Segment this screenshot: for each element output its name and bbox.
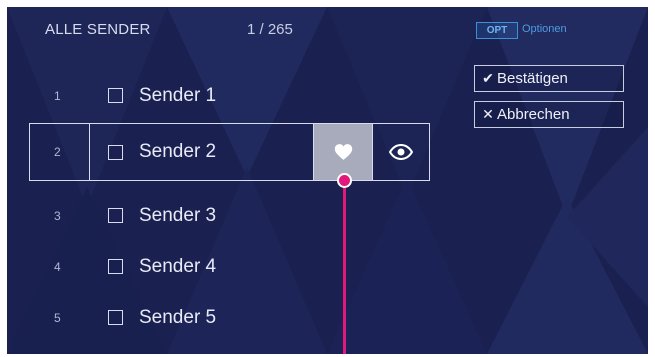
favorite-button[interactable] xyxy=(313,124,373,180)
channel-number: 2 xyxy=(54,145,61,159)
eye-icon xyxy=(389,144,413,160)
channel-name: Sender 1 xyxy=(139,85,217,106)
channel-name: Sender 5 xyxy=(139,307,217,328)
channel-number: 4 xyxy=(54,260,61,274)
channel-row[interactable]: 4 Sender 4 xyxy=(29,240,430,294)
confirm-button[interactable]: ✔ Bestätigen xyxy=(474,65,624,92)
tv-screen: ALLE SENDER 1 / 265 OPT Optionen ✔ Bestät… xyxy=(7,7,648,354)
page-title: ALLE SENDER xyxy=(45,21,151,38)
callout-marker xyxy=(337,173,352,188)
channel-row[interactable]: 1 Sender 1 xyxy=(29,69,430,123)
channel-number: 5 xyxy=(54,311,61,325)
channel-checkbox[interactable] xyxy=(108,208,123,223)
channel-row-selected[interactable]: 2 Sender 2 xyxy=(29,123,430,181)
channel-checkbox[interactable] xyxy=(108,88,123,103)
cancel-label: Abbrechen xyxy=(497,106,570,123)
opt-key-badge[interactable]: OPT xyxy=(476,22,518,39)
channel-row[interactable]: 3 Sender 3 xyxy=(29,189,430,243)
options-label: Optionen xyxy=(522,23,567,35)
heart-icon xyxy=(334,144,353,160)
confirm-label: Bestätigen xyxy=(497,70,568,87)
channel-count: 1 / 265 xyxy=(247,21,293,38)
channel-number: 3 xyxy=(54,209,61,223)
channel-name: Sender 4 xyxy=(139,256,217,277)
channel-row[interactable]: 5 Sender 5 xyxy=(29,291,430,345)
channel-name: Sender 2 xyxy=(139,141,217,162)
view-button[interactable] xyxy=(372,124,430,180)
channel-checkbox[interactable] xyxy=(108,259,123,274)
channel-checkbox[interactable] xyxy=(108,145,123,160)
cancel-button[interactable]: ✕ Abbrechen xyxy=(474,101,624,128)
channel-number: 1 xyxy=(54,89,61,103)
channel-checkbox[interactable] xyxy=(108,310,123,325)
x-icon: ✕ xyxy=(482,106,494,122)
row-divider xyxy=(89,124,90,180)
check-icon: ✔ xyxy=(482,70,494,86)
callout-line xyxy=(343,179,346,354)
channel-name: Sender 3 xyxy=(139,205,217,226)
